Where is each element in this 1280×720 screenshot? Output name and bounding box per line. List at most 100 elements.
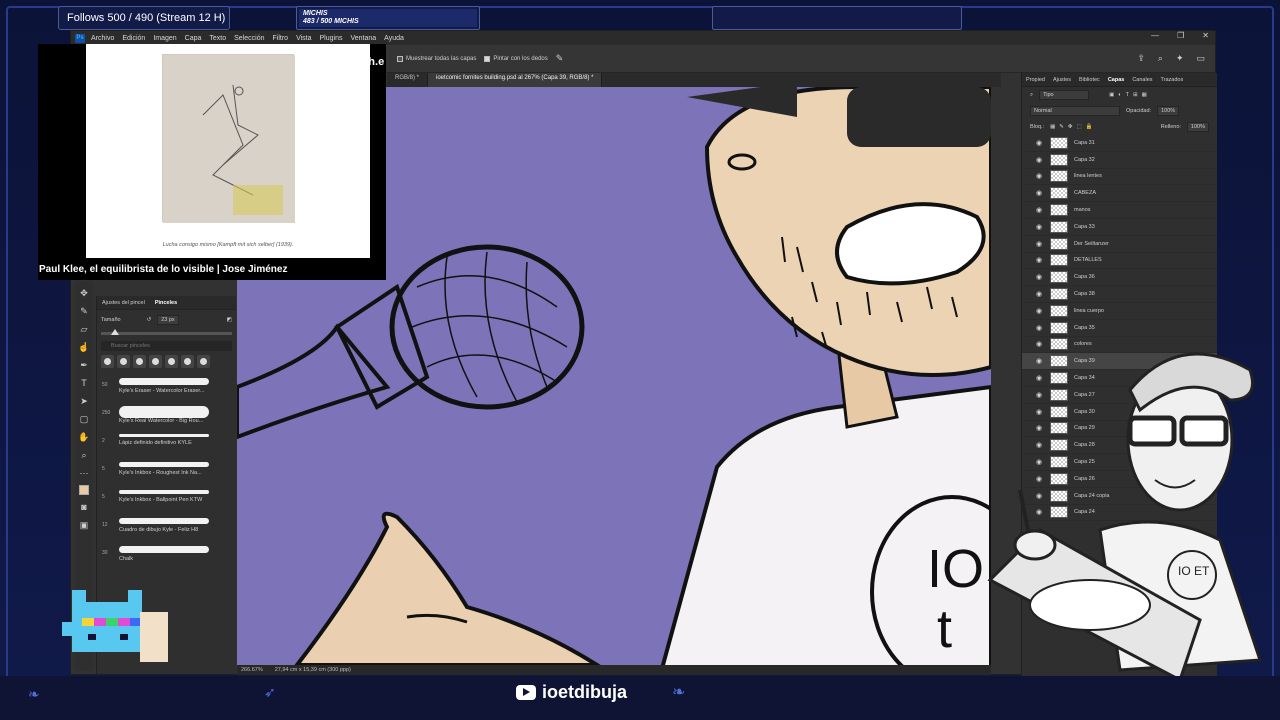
layer-row[interactable]: ◉ CABEZA xyxy=(1022,185,1217,203)
menu-seleccion[interactable]: Selección xyxy=(234,35,264,42)
tab-adjustments[interactable]: Ajustes xyxy=(1049,77,1075,83)
screen-mode-icon[interactable]: ▣ xyxy=(77,519,91,531)
brush-item[interactable]: 5 Kyle's Inkbox - Ballpoint Pen KTW xyxy=(97,486,236,514)
visibility-eye-icon[interactable]: ◉ xyxy=(1032,172,1046,180)
menu-ventana[interactable]: Ventana xyxy=(350,35,376,42)
hand-tool-icon[interactable]: ✋ xyxy=(77,431,91,443)
document-tab-active[interactable]: ioetcomic fornites building.psd al 267% … xyxy=(428,73,603,87)
brush-item[interactable]: 30 Chalk xyxy=(97,542,236,570)
document-tab-previous[interactable]: RGB/8) * xyxy=(387,73,429,87)
close-button[interactable]: ✕ xyxy=(1202,31,1209,40)
opacity-field[interactable]: 100% xyxy=(1157,106,1180,116)
visibility-eye-icon[interactable]: ◉ xyxy=(1032,156,1046,164)
brush-item[interactable]: 5 Kyle's Inkbox - Roughest Ink Na... xyxy=(97,458,236,486)
layer-row[interactable]: ◉ manos xyxy=(1022,202,1217,219)
layer-filter-select[interactable]: Tipo xyxy=(1039,90,1090,100)
pen-tool-icon[interactable]: ✒ xyxy=(77,359,91,371)
eraser-tool-icon[interactable]: ▱ xyxy=(77,323,91,335)
workspace-icon[interactable]: ▭ xyxy=(1196,53,1205,64)
brush-item[interactable]: 250 Kyle's Real Watercolor - Big Rou... xyxy=(97,402,236,430)
menu-edicion[interactable]: Edición xyxy=(122,35,145,42)
visibility-eye-icon[interactable]: ◉ xyxy=(1032,273,1046,281)
maximize-button[interactable]: ❐ xyxy=(1177,31,1184,40)
filter-icons[interactable]: ▣◐T⊞▦ xyxy=(1109,92,1151,98)
zoom-level[interactable]: 266.67% xyxy=(241,667,263,673)
visibility-eye-icon[interactable]: ◉ xyxy=(1032,206,1046,214)
brush-size-field[interactable]: 23 px xyxy=(157,315,179,325)
visibility-eye-icon[interactable]: ◉ xyxy=(1032,256,1046,264)
visibility-eye-icon[interactable]: ◉ xyxy=(1032,307,1046,315)
reset-icon[interactable]: ↺ xyxy=(147,317,152,323)
brush-search-input[interactable]: Buscar pinceles xyxy=(101,341,232,351)
finger-painting-checkbox[interactable] xyxy=(484,55,491,62)
layer-row[interactable]: ◉ linea cuerpo xyxy=(1022,303,1217,320)
lock-icons[interactable]: ▦✎✥⬚🔒 xyxy=(1050,124,1096,130)
visibility-eye-icon[interactable]: ◉ xyxy=(1032,290,1046,298)
menu-vista[interactable]: Vista xyxy=(296,35,311,42)
search-icon[interactable]: ⌕ xyxy=(1158,53,1163,64)
brush-angle-icon[interactable]: ✎ xyxy=(556,53,564,64)
recent-brush[interactable] xyxy=(117,355,130,368)
recent-brush[interactable] xyxy=(101,355,114,368)
recent-brush[interactable] xyxy=(165,355,178,368)
recent-brush[interactable] xyxy=(197,355,210,368)
layer-row[interactable]: ◉ Capa 36 xyxy=(1022,269,1217,287)
empty-alert-box xyxy=(712,6,962,30)
layer-row[interactable]: ◉ linea lentes xyxy=(1022,169,1217,186)
blend-mode-select[interactable]: Normal xyxy=(1030,106,1120,116)
slider-knob[interactable] xyxy=(111,329,119,335)
menu-filtro[interactable]: Filtro xyxy=(273,35,289,42)
smudge-tool-icon[interactable]: ☝ xyxy=(77,341,91,353)
layer-row[interactable]: ◉ Capa 32 xyxy=(1022,152,1217,169)
tab-properties[interactable]: Propied xyxy=(1022,77,1049,83)
tab-channels[interactable]: Canales xyxy=(1128,77,1156,83)
layer-row[interactable]: ◉ Der Seiltanzer xyxy=(1022,236,1217,253)
tab-layers[interactable]: Capas xyxy=(1104,77,1129,83)
tab-libraries[interactable]: Bibliotec xyxy=(1075,77,1104,83)
menu-imagen[interactable]: Imagen xyxy=(153,35,176,42)
brush-panel-toggle-icon[interactable]: ◩ xyxy=(227,317,232,323)
menu-ayuda[interactable]: Ayuda xyxy=(384,35,404,42)
brush-item[interactable]: 50 Kyle's Eraser - Watercolor Eraser... xyxy=(97,374,236,402)
tab-paths[interactable]: Trazados xyxy=(1157,77,1188,83)
sample-all-layers-option[interactable]: Muestrear todas las capas xyxy=(397,55,476,62)
visibility-eye-icon[interactable]: ◉ xyxy=(1032,223,1046,231)
tab-brush-settings[interactable]: Ajustes del pincel xyxy=(97,300,150,306)
learn-icon[interactable]: ✦ xyxy=(1176,53,1184,64)
tab-brushes[interactable]: Pinceles xyxy=(150,300,182,306)
brush-item[interactable]: 2 Lápiz definido definitivo KYLE xyxy=(97,430,236,458)
visibility-eye-icon[interactable]: ◉ xyxy=(1032,189,1046,197)
menu-texto[interactable]: Texto xyxy=(209,35,226,42)
recent-brush[interactable] xyxy=(181,355,194,368)
layer-row[interactable]: ◉ Capa 33 xyxy=(1022,219,1217,236)
brush-tool-icon[interactable]: ✎ xyxy=(77,305,91,317)
layer-row[interactable]: ◉ Capa 38 xyxy=(1022,286,1217,303)
shape-tool-icon[interactable]: ▢ xyxy=(77,413,91,425)
visibility-eye-icon[interactable]: ◉ xyxy=(1032,240,1046,248)
share-icon[interactable]: ⇪ xyxy=(1137,53,1145,64)
visibility-eye-icon[interactable]: ◉ xyxy=(1032,139,1046,147)
zoom-tool-icon[interactable]: ⌕ xyxy=(77,449,91,461)
brush-size-slider[interactable] xyxy=(101,329,232,335)
recent-brush[interactable] xyxy=(149,355,162,368)
more-tools-icon[interactable]: ⋯ xyxy=(77,467,91,479)
menu-capa[interactable]: Capa xyxy=(185,35,202,42)
brush-name: Chalk xyxy=(119,556,134,562)
quick-mask-icon[interactable]: ◙ xyxy=(77,501,91,513)
foreground-color-swatch[interactable] xyxy=(79,485,89,495)
menu-archivo[interactable]: Archivo xyxy=(91,35,114,42)
path-tool-icon[interactable]: ➤ xyxy=(77,395,91,407)
bird-icon: ❧ xyxy=(28,686,40,702)
move-tool-icon[interactable]: ✥ xyxy=(77,287,91,299)
minimize-button[interactable]: — xyxy=(1151,31,1159,40)
layer-row[interactable]: ◉ DETALLES xyxy=(1022,253,1217,270)
fill-field[interactable]: 100% xyxy=(1186,122,1209,132)
menu-plugins[interactable]: Plugins xyxy=(320,35,343,42)
video-title[interactable]: Paul Klee, el equilibrista de lo visible… xyxy=(38,264,386,275)
recent-brush[interactable] xyxy=(133,355,146,368)
type-tool-icon[interactable]: T xyxy=(77,377,91,389)
layer-row[interactable]: ◉ Capa 31 xyxy=(1022,135,1217,152)
finger-painting-option[interactable]: Pintar con los dedos xyxy=(484,55,548,62)
sample-all-layers-checkbox[interactable] xyxy=(397,55,403,62)
brush-item[interactable]: 12 Cuadro de dibujo Kyle - Feliz H8 xyxy=(97,514,236,542)
